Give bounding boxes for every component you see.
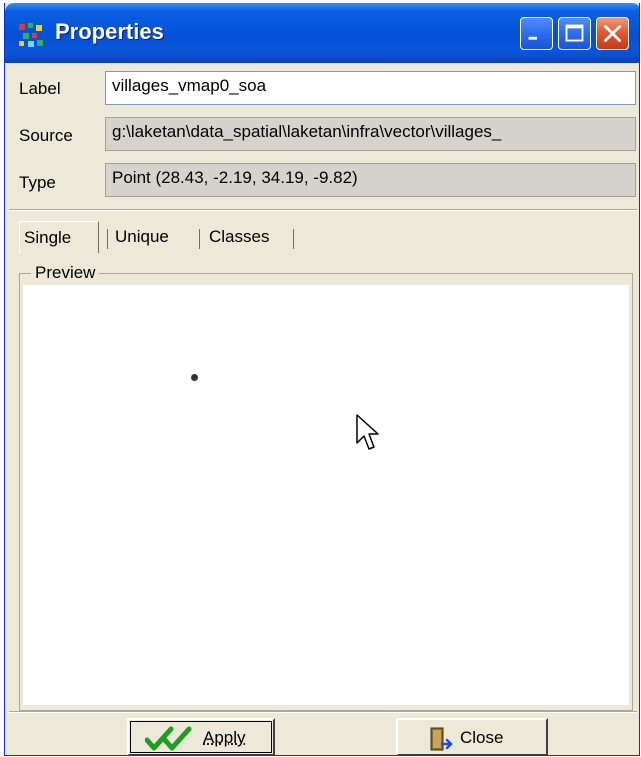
apply-button[interactable]: Apply xyxy=(127,718,275,755)
tab-single[interactable]: Single xyxy=(19,221,99,253)
close-button-label: Close xyxy=(460,728,504,747)
minimize-icon xyxy=(528,36,537,40)
type-field-label: Type xyxy=(19,173,56,192)
title-bar[interactable]: Properties xyxy=(5,3,639,63)
preview-canvas[interactable] xyxy=(23,285,629,705)
label-input[interactable]: villages_vmap0_soa xyxy=(105,71,636,105)
tab-divider xyxy=(107,229,108,249)
divider xyxy=(9,711,637,713)
mouse-cursor-icon xyxy=(356,414,379,450)
point-symbol xyxy=(191,374,198,381)
colorful-dots-app-icon xyxy=(19,23,43,47)
tab-divider xyxy=(293,229,294,249)
properties-dialog: Properties Label villages_vmap0_soa Sour… xyxy=(4,3,640,756)
minimize-button[interactable] xyxy=(520,17,553,50)
close-button[interactable]: Close xyxy=(396,718,548,755)
close-window-button[interactable] xyxy=(596,17,629,50)
maximize-icon xyxy=(565,24,584,42)
source-field-label: Source xyxy=(19,126,73,145)
button-bar: Apply Close xyxy=(9,715,637,755)
maximize-button[interactable] xyxy=(558,17,591,50)
label-field-label: Label xyxy=(19,79,61,98)
type-field[interactable]: Point (28.43, -2.19, 34.19, -9.82) xyxy=(105,163,636,197)
divider xyxy=(9,209,637,211)
tab-unique[interactable]: Unique xyxy=(111,221,197,253)
double-check-icon xyxy=(145,726,192,751)
window-title: Properties xyxy=(55,19,164,44)
source-field[interactable]: g:\laketan\data_spatial\laketan\infra\ve… xyxy=(105,117,636,151)
tab-divider xyxy=(199,229,200,249)
tab-classes[interactable]: Classes xyxy=(205,221,299,253)
apply-button-label: Apply xyxy=(203,728,246,747)
preview-legend: Preview xyxy=(31,263,100,283)
close-icon xyxy=(604,25,621,42)
door-exit-icon xyxy=(430,727,453,751)
